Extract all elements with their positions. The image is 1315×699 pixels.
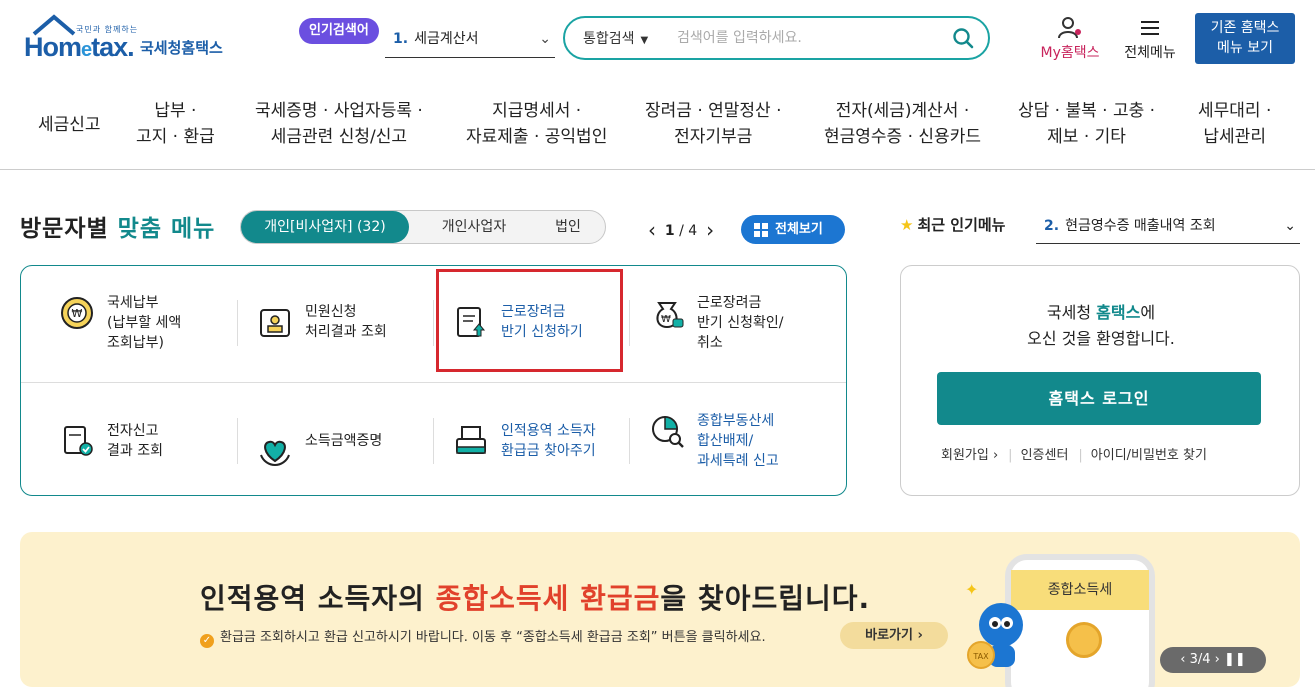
check-icon: ✓ [200, 634, 214, 648]
recent-term: 현금영수증 매출내역 조회 [1065, 218, 1216, 234]
welcome-message: 국세청 홈택스에 오신 것을 환영합니다. [1027, 303, 1175, 348]
header: 국민과 함께하는 Hometax. 국세청홈택스 인기검색어 1. 세금계산서 ⌄… [0, 0, 1315, 80]
menu-income-certificate[interactable]: 소득금액증명 [257, 431, 447, 511]
won-coin-icon: ₩ [61, 297, 93, 329]
slide-controls[interactable]: ‹ 3/4 › ❚❚ [1160, 647, 1266, 673]
search-icon[interactable] [952, 27, 974, 49]
star-icon: ★ [900, 216, 914, 234]
search-category-select[interactable]: 통합검색 ▼ [583, 28, 648, 48]
menu-label: 민원신청 처리결과 조회 [305, 304, 387, 340]
highlight-box [436, 269, 623, 372]
tab-sole-proprietor[interactable]: 개인사업자 [417, 211, 531, 243]
menu-incentive-confirm[interactable]: ₩ 근로장려금 반기 신청확인/취소 [649, 293, 839, 373]
nav-certificates[interactable]: 국세증명 · 사업자등록 · 세금관련 신청/신고 [255, 98, 423, 150]
login-panel: 국세청 홈택스에 오신 것을 환영합니다. 홈택스 로그인 회원가입 › | 인증센… [900, 265, 1300, 496]
page-total: 4 [688, 223, 698, 239]
all-menu-button[interactable]: 전체메뉴 [1118, 16, 1182, 62]
recent-popular-select[interactable]: 2. 현금영수증 매출내역 조회 ⌄ [1036, 210, 1300, 244]
heart-hands-icon [260, 440, 290, 467]
menu-label: 전자신고 결과 조회 [107, 423, 163, 459]
signup-link[interactable]: 회원가입 › [941, 448, 998, 463]
chevron-down-icon: ⌄ [1284, 218, 1296, 234]
mascot-illustration: ✦ TAX [965, 580, 1023, 669]
menu-pager: ‹ 1 / 4 › [648, 218, 714, 242]
caret-down-icon: ▼ [640, 35, 649, 46]
banner-note: ✓ 환급금 조회하시고 환급 신고하시기 바랍니다. 이동 후 “종합소득세 환급… [200, 626, 766, 648]
printer-document-icon [456, 426, 486, 454]
hamburger-icon [1141, 21, 1159, 35]
visitor-type-tabs: 개인[비사업자] (32) 개인사업자 법인 [240, 210, 606, 244]
quick-menu-grid: ₩ 국세납부 (납부할 세액 조회납부) 민원신청 처리결과 조회 근로장려금 반기 신… [20, 265, 847, 496]
grid-divider [21, 382, 846, 383]
popular-search-badge: 인기검색어 [299, 18, 379, 44]
popular-term: 세금계산서 [414, 31, 479, 47]
coin-icon [1066, 622, 1102, 658]
my-hometax-link[interactable]: My홈택스 [1034, 16, 1106, 62]
svg-text:✦: ✦ [965, 580, 978, 599]
divider: | [1078, 448, 1083, 463]
page-current: 1 [664, 223, 675, 239]
tab-individual[interactable]: 개인[비사업자] (32) [241, 211, 409, 243]
old-menu-line1: 기존 홈택스 [1210, 20, 1280, 36]
menu-tax-payment[interactable]: ₩ 국세납부 (납부할 세액 조회납부) [59, 293, 249, 373]
nav-payment-statement[interactable]: 지급명세서 · 자료제출 · 공익법인 [466, 98, 607, 150]
banner-go-button[interactable]: 바로가기 › [840, 622, 948, 649]
chart-magnifier-icon [652, 416, 684, 448]
menu-property-tax[interactable]: 종합부동산세 합산배제/과세특례 신고 [649, 411, 839, 491]
view-all-button[interactable]: 전체보기 [741, 215, 845, 244]
menu-label: 인적용역 소득자 환급금 찾아주기 [501, 423, 596, 459]
all-menu-label: 전체메뉴 [1124, 45, 1176, 61]
logo-korean: 국세청홈택스 [140, 39, 223, 57]
nav-e-invoice[interactable]: 전자(세금)계산서 · 현금영수증 · 신용카드 [824, 98, 981, 150]
menu-label: 소득금액증명 [305, 433, 383, 449]
menu-refund-finder[interactable]: 인적용역 소득자 환급금 찾아주기 [453, 421, 643, 501]
hometax-logo[interactable]: 국민과 함께하는 Hometax. 국세청홈택스 [22, 14, 242, 66]
find-id-link[interactable]: 아이디/비밀번호 찾기 [1091, 448, 1207, 463]
page-separator: / [674, 223, 689, 239]
promo-banner[interactable]: 인적용역 소득자의 종합소득세 환급금을 찾아드립니다. ✓ 환급금 조회하시고 … [20, 532, 1300, 687]
grid-icon [754, 223, 768, 237]
money-bag-icon: ₩ [656, 302, 684, 329]
cert-center-link[interactable]: 인증센터 [1021, 448, 1069, 463]
svg-text:₩: ₩ [72, 307, 83, 320]
logo-brand: Hometax. [24, 32, 135, 62]
view-all-label: 전체보기 [775, 222, 823, 237]
nav-incentive[interactable]: 장려금 · 연말정산 · 전자기부금 [645, 98, 782, 150]
next-page-icon[interactable]: › [706, 218, 714, 242]
nav-tax-filing[interactable]: 세금신고 [38, 112, 101, 138]
my-hometax-label: My홈택스 [1040, 45, 1100, 61]
menu-e-filing-result[interactable]: 전자신고 결과 조회 [59, 421, 249, 501]
old-menu-line2: 메뉴 보기 [1217, 40, 1273, 56]
document-person-icon [260, 309, 290, 337]
svg-text:₩: ₩ [661, 314, 671, 325]
scroll-check-icon [64, 426, 93, 456]
banner-headline: 인적용역 소득자의 종합소득세 환급금을 찾아드립니다. [200, 582, 871, 615]
login-button[interactable]: 홈택스 로그인 [937, 372, 1261, 425]
main-nav: 세금신고 납부 · 고지 · 환급 국세증명 · 사업자등록 · 세금관련 신청/신… [0, 80, 1315, 170]
menu-label: 근로장려금 반기 신청확인/취소 [697, 295, 784, 351]
svg-text:TAX: TAX [972, 652, 989, 661]
nav-payment[interactable]: 납부 · 고지 · 환급 [136, 98, 215, 150]
popular-rank: 1. [393, 31, 409, 47]
recent-rank: 2. [1044, 218, 1060, 234]
menu-label: 국세납부 (납부할 세액 조회납부) [107, 295, 182, 351]
tab-corporation[interactable]: 법인 [531, 211, 605, 243]
search-input[interactable] [677, 26, 937, 50]
prev-page-icon[interactable]: ‹ [648, 218, 656, 242]
login-links: 회원가입 › | 인증센터 | 아이디/비밀번호 찾기 [941, 444, 1217, 463]
divider: | [1008, 448, 1013, 463]
old-menu-view-button[interactable]: 기존 홈택스 메뉴 보기 [1195, 13, 1295, 64]
search-bar: 통합검색 ▼ [563, 16, 990, 60]
popular-search-select[interactable]: 1. 세금계산서 ⌄ [385, 26, 555, 58]
menu-label: 종합부동산세 합산배제/과세특례 신고 [697, 413, 779, 469]
nav-tax-agent[interactable]: 세무대리 · 납세관리 [1198, 98, 1271, 150]
recent-popular-label: ★ 최근 인기메뉴 [900, 216, 1006, 234]
menu-civil-result[interactable]: 민원신청 처리결과 조회 [257, 302, 447, 382]
chevron-down-icon: ⌄ [539, 31, 551, 47]
visitor-menu-title: 방문자별 맞춤 메뉴 [20, 216, 216, 242]
user-icon [1058, 17, 1081, 39]
nav-consulting[interactable]: 상담 · 불복 · 고충 · 제보 · 기타 [1018, 98, 1155, 150]
